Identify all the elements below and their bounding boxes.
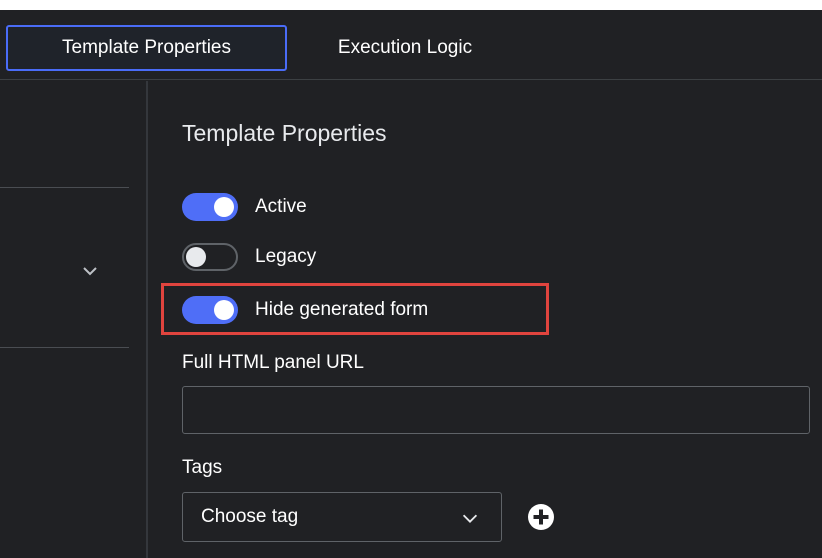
top-strip [0,0,822,10]
toggle-knob [186,247,206,267]
toggle-row-hide-generated-form: Hide generated form [182,293,428,327]
url-input[interactable] [182,386,810,434]
legacy-toggle[interactable] [182,243,238,271]
tab-execution-logic[interactable]: Execution Logic [300,25,510,71]
toggle-row-legacy: Legacy [182,240,316,274]
plus-circle-icon[interactable] [526,502,556,532]
toggle-label: Legacy [255,246,317,267]
left-panel [0,81,148,558]
chevron-down-icon[interactable] [78,259,102,283]
toggle-knob [214,300,234,320]
url-field-label: Full HTML panel URL [182,352,364,373]
toggle-row-active: Active [182,190,307,224]
tab-template-properties[interactable]: Template Properties [6,25,287,71]
template-editor: Template Properties Execution Logic Temp… [0,0,822,558]
divider [0,347,129,348]
tag-select[interactable]: Choose tag [182,492,502,542]
toggle-label: Active [255,196,307,217]
hide-generated-form-toggle[interactable] [182,296,238,324]
divider [0,187,129,188]
active-toggle[interactable] [182,193,238,221]
chevron-down-icon [462,514,478,523]
section-title: Template Properties [182,120,387,146]
tag-select-value: Choose tag [201,506,299,527]
toggle-label: Hide generated form [255,299,429,320]
toggle-knob [214,197,234,217]
tags-label: Tags [182,457,223,478]
tab-bar: Template Properties Execution Logic [0,10,822,80]
